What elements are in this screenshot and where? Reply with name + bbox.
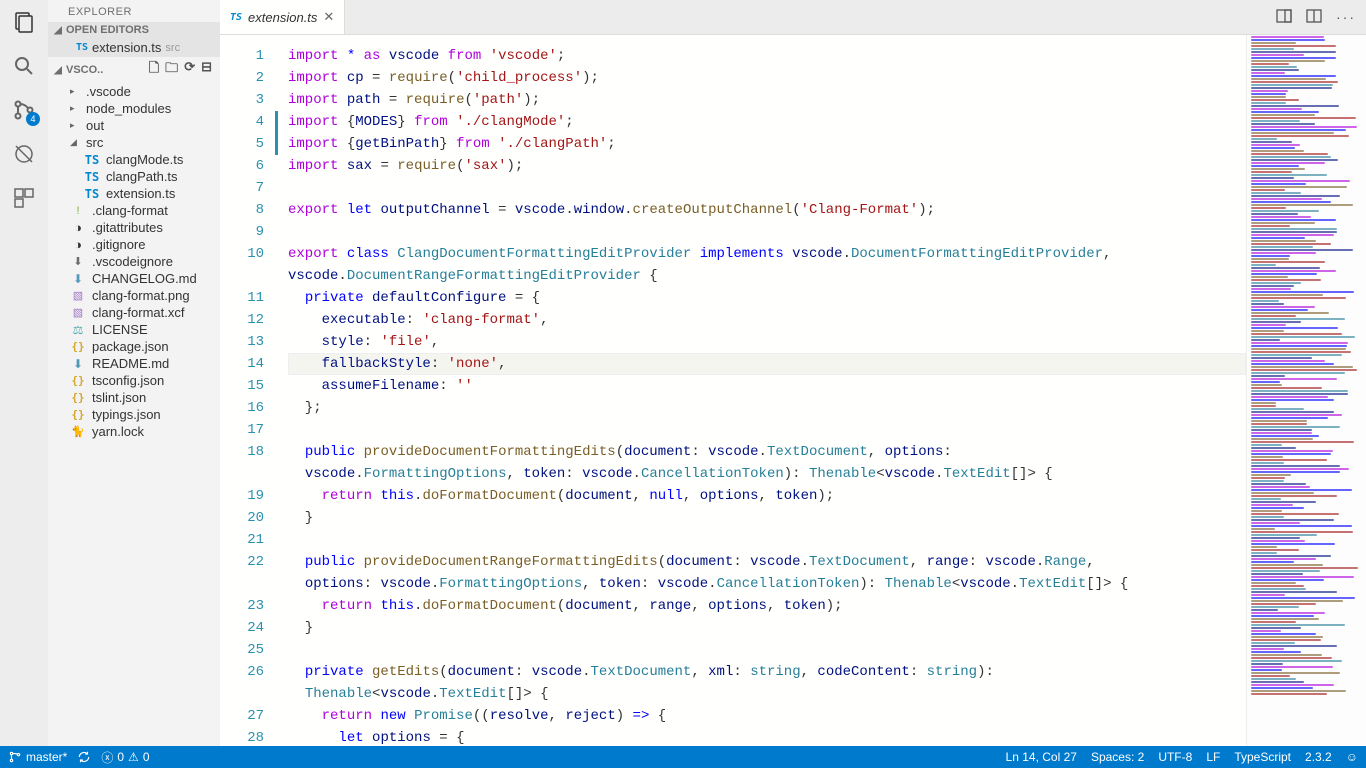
sync-icon[interactable] [77,750,91,764]
problems[interactable]: ⓧ0 ⚠0 [101,749,149,766]
sidebar-title: EXPLORER [48,0,220,22]
eol[interactable]: LF [1206,750,1220,764]
language-mode[interactable]: TypeScript [1234,750,1291,764]
file-typings.json[interactable]: {}typings.json [48,406,220,423]
file-clangMode.ts[interactable]: TSclangMode.ts [48,151,220,168]
split-editor-icon[interactable] [1306,8,1322,27]
collapse-icon[interactable]: ⊟ [201,59,212,81]
open-editor-item[interactable]: TS extension.ts src [48,38,220,57]
file-.gitattributes[interactable]: ◑.gitattributes [48,219,220,236]
open-editors-header[interactable]: ◢OPEN EDITORS [48,22,220,38]
typescript-icon: TS [84,170,100,184]
file-type-icon: {} [70,408,86,421]
close-icon[interactable]: ✕ [323,9,334,25]
status-bar: master* ⓧ0 ⚠0 Ln 14, Col 27 Spaces: 2 UT… [0,746,1366,768]
file-type-icon: {} [70,340,86,353]
refresh-icon[interactable]: ⟳ [184,59,195,81]
folder-.vscode[interactable]: ▸.vscode [48,83,220,100]
file-.gitignore[interactable]: ◑.gitignore [48,236,220,253]
new-folder-icon[interactable]: 🗀 [165,59,178,81]
minimap[interactable] [1246,35,1366,746]
file-type-icon: ⚖ [70,323,86,337]
show-preview-icon[interactable] [1276,8,1292,27]
file-clang-format.xcf[interactable]: ▧clang-format.xcf [48,304,220,321]
file-tslint.json[interactable]: {}tslint.json [48,389,220,406]
file-extension.ts[interactable]: TSextension.ts [48,185,220,202]
file-clangPath.ts[interactable]: TSclangPath.ts [48,168,220,185]
cursor-position[interactable]: Ln 14, Col 27 [1006,750,1077,764]
file-yarn.lock[interactable]: 🐈yarn.lock [48,423,220,440]
file-type-icon: ⬇ [70,272,86,286]
tab-extension-ts[interactable]: TS extension.ts ✕ [220,0,345,34]
ts-version[interactable]: 2.3.2 [1305,750,1332,764]
tab-label: extension.ts [248,10,317,25]
file-type-icon: ◑ [70,237,86,252]
file-type-icon: ▧ [70,289,86,302]
file-tsconfig.json[interactable]: {}tsconfig.json [48,372,220,389]
file-type-icon: ⬇ [70,255,86,268]
file-type-icon: {} [70,391,86,404]
file-type-icon: ! [70,205,86,217]
typescript-icon: TS [84,187,100,201]
folder-src[interactable]: ◢src [48,134,220,151]
file-.vscodeignore[interactable]: ⬇.vscodeignore [48,253,220,270]
indentation[interactable]: Spaces: 2 [1091,750,1144,764]
activity-bar: 4 [0,0,48,746]
typescript-icon: TS [76,42,88,53]
code-area[interactable]: import * as vscode from 'vscode';import … [278,35,1246,746]
feedback-icon[interactable]: ☺ [1346,750,1358,764]
encoding[interactable]: UTF-8 [1158,750,1192,764]
typescript-icon: TS [84,153,100,167]
line-gutter: 1234567891011121314151617181920212223242… [220,35,278,746]
search-icon[interactable] [10,52,38,80]
folder-node_modules[interactable]: ▸node_modules [48,100,220,117]
debug-icon[interactable] [10,140,38,168]
file-type-icon: ◑ [70,220,86,235]
editor-area: TS extension.ts ✕ ··· 123456789101112131… [220,0,1366,746]
workspace-header[interactable]: ◢VSCO.. 🗋 🗀 ⟳ ⊟ [48,57,220,83]
scm-badge: 4 [26,112,40,126]
tab-bar: TS extension.ts ✕ ··· [220,0,1366,35]
file-README.md[interactable]: ⬇README.md [48,355,220,372]
file-LICENSE[interactable]: ⚖LICENSE [48,321,220,338]
explorer-icon[interactable] [10,8,38,36]
file-type-icon: ⬇ [70,357,86,371]
source-control-icon[interactable]: 4 [10,96,38,124]
typescript-icon: TS [230,12,242,23]
folder-out[interactable]: ▸out [48,117,220,134]
file-type-icon: ▧ [70,306,86,319]
file-package.json[interactable]: {}package.json [48,338,220,355]
file-type-icon: {} [70,374,86,387]
file-type-icon: 🐈 [70,425,86,438]
new-file-icon[interactable]: 🗋 [149,59,159,81]
sidebar: EXPLORER ◢OPEN EDITORS TS extension.ts s… [48,0,220,746]
extensions-icon[interactable] [10,184,38,212]
more-actions-icon[interactable]: ··· [1336,9,1356,25]
file-clang-format.png[interactable]: ▧clang-format.png [48,287,220,304]
file-CHANGELOG.md[interactable]: ⬇CHANGELOG.md [48,270,220,287]
git-branch[interactable]: master* [8,750,67,764]
file-.clang-format[interactable]: !.clang-format [48,202,220,219]
